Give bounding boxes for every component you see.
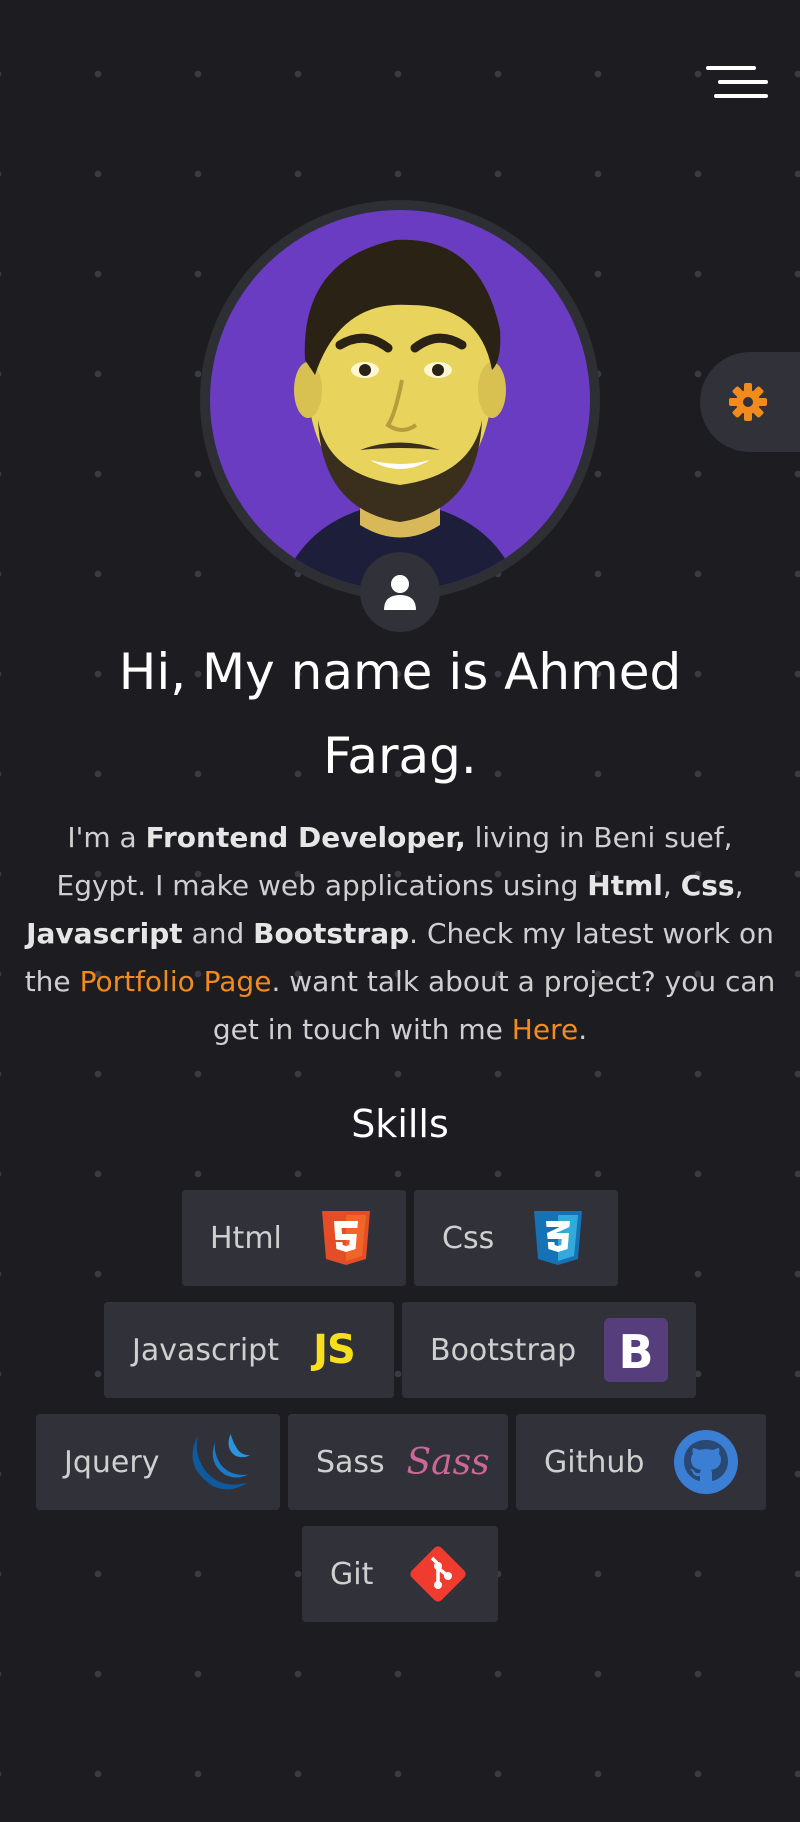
bootstrap-icon: B (604, 1318, 668, 1382)
profile-avatar (200, 200, 600, 632)
css3-icon (526, 1206, 590, 1270)
intro-text: , (734, 869, 744, 902)
hamburger-menu-icon[interactable] (702, 62, 768, 108)
intro-text: and (182, 917, 254, 950)
contact-link[interactable]: Here (512, 1013, 578, 1046)
intro-text: . (578, 1013, 588, 1046)
skill-javascript[interactable]: Javascript JS (104, 1302, 394, 1398)
skill-label: Git (330, 1556, 374, 1592)
skill-label: Github (544, 1444, 645, 1480)
avatar-photo (210, 210, 590, 590)
github-icon (674, 1430, 738, 1494)
skill-label: Jquery (64, 1444, 160, 1480)
skills-heading: Skills (351, 1102, 449, 1146)
menu-line (706, 66, 756, 70)
portfolio-link[interactable]: Portfolio Page (80, 965, 272, 998)
html5-icon (314, 1206, 378, 1270)
intro-text: I'm a (67, 821, 146, 854)
jquery-icon (188, 1430, 252, 1494)
avatar-frame (200, 200, 600, 600)
skill-bootstrap[interactable]: Bootstrap B (402, 1302, 696, 1398)
intro-skill: Javascript (26, 917, 183, 950)
skill-label: Sass (316, 1444, 385, 1480)
page-title: Hi, My name is Ahmed Farag. (118, 643, 682, 785)
menu-line (718, 80, 768, 84)
skill-jquery[interactable]: Jquery (36, 1414, 280, 1510)
intro-role: Frontend Developer, (145, 821, 466, 854)
intro-skill: Css (680, 869, 735, 902)
user-icon (384, 575, 416, 610)
skill-html[interactable]: Html (182, 1190, 406, 1286)
skill-github[interactable]: Github (516, 1414, 766, 1510)
skill-label: Css (442, 1220, 495, 1256)
skill-label: Javascript (132, 1332, 279, 1368)
menu-line (714, 94, 768, 98)
svg-text:B: B (618, 1325, 653, 1379)
skill-git[interactable]: Git (302, 1526, 498, 1622)
skill-css[interactable]: Css (414, 1190, 618, 1286)
intro-skill: Html (587, 869, 663, 902)
skill-label: Html (210, 1220, 282, 1256)
settings-toggle-button[interactable] (700, 352, 800, 452)
skill-sass[interactable]: Sass Sass (288, 1414, 508, 1510)
gear-icon (729, 383, 767, 421)
intro-skill: Bootstrap (253, 917, 410, 950)
skill-label: Bootstrap (430, 1332, 577, 1368)
intro-paragraph: I'm a Frontend Developer, living in Beni… (24, 814, 776, 1054)
portrait-illustration (280, 239, 520, 590)
page: Hi, My name is Ahmed Farag. I'm a Fronte… (0, 0, 800, 1822)
user-icon-badge (360, 552, 440, 632)
intro-text: , (662, 869, 681, 902)
git-icon (406, 1542, 470, 1606)
intro-text: . want talk about a project? you can get… (212, 965, 776, 1046)
sass-icon: Sass (406, 1441, 490, 1483)
javascript-icon: JS (313, 1327, 356, 1373)
